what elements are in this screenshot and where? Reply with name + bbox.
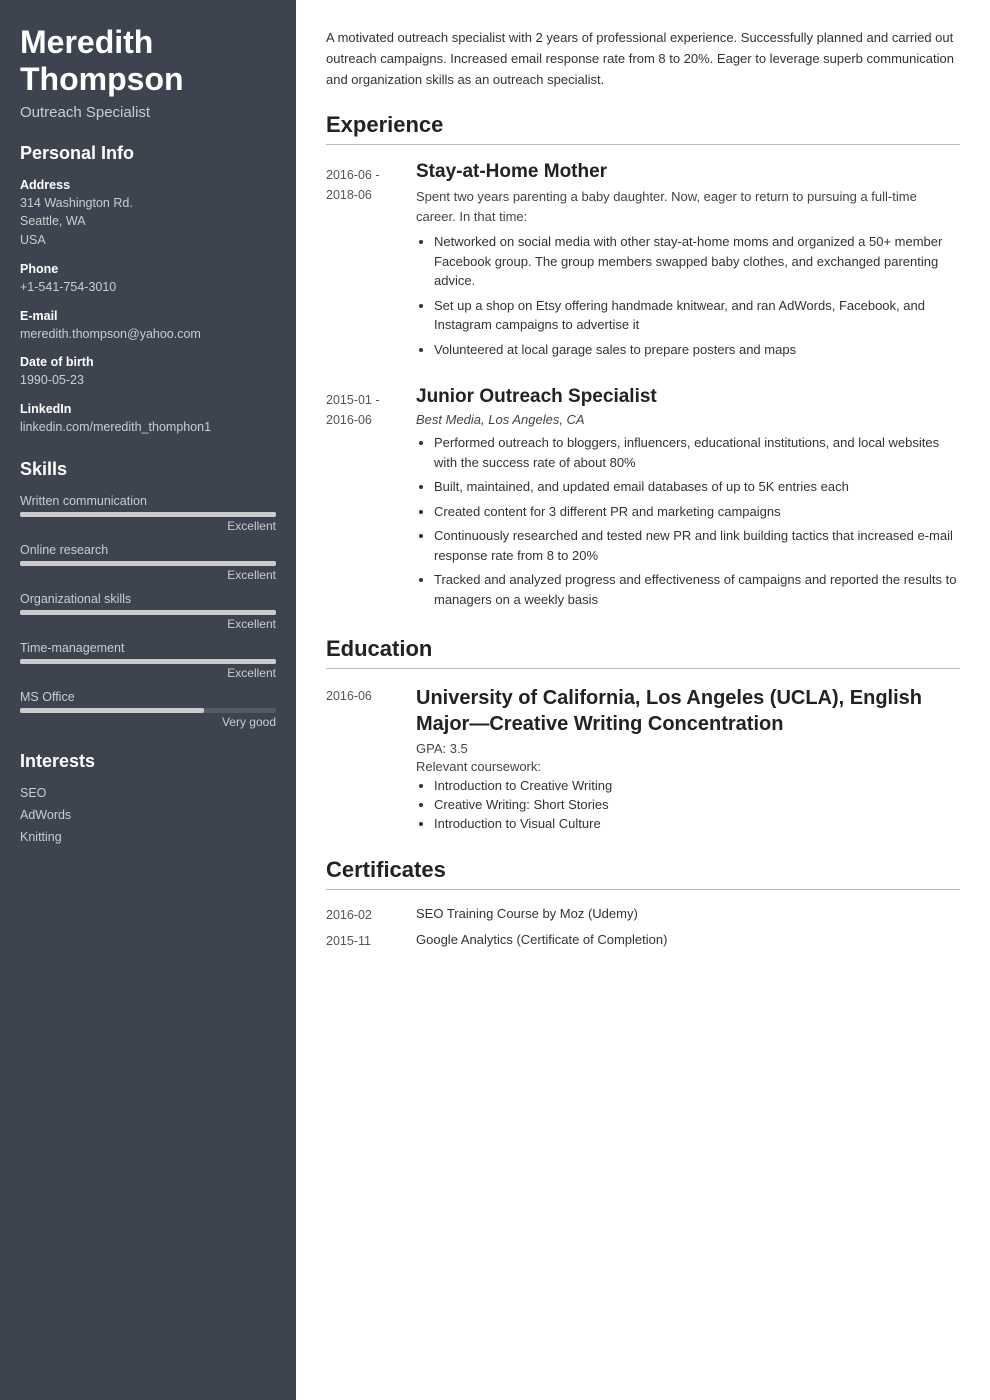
- skill-bar-fill-1: [20, 561, 276, 566]
- exp-bullets-1: Performed outreach to bloggers, influenc…: [416, 433, 960, 609]
- address-label: Address: [20, 178, 276, 192]
- exp-bullet-0-1: Set up a shop on Etsy offering handmade …: [434, 296, 960, 335]
- certificates-divider: [326, 889, 960, 890]
- skill-level-3: Excellent: [20, 666, 276, 680]
- skill-name-4: MS Office: [20, 690, 276, 704]
- cert-name-1: Google Analytics (Certificate of Complet…: [416, 932, 667, 948]
- exp-title-1: Junior Outreach Specialist: [416, 386, 960, 408]
- education-divider: [326, 668, 960, 669]
- skill-name-3: Time-management: [20, 641, 276, 655]
- candidate-title: Outreach Specialist: [20, 104, 276, 121]
- edu-gpa-0: GPA: 3.5: [416, 741, 960, 756]
- linkedin-label: LinkedIn: [20, 402, 276, 416]
- skill-level-2: Excellent: [20, 617, 276, 631]
- certificates-heading: Certificates: [326, 857, 960, 883]
- skill-bar-fill-2: [20, 610, 276, 615]
- phone-value: +1-541-754-3010: [20, 278, 276, 297]
- interest-item-2: Knitting: [20, 830, 276, 844]
- personal-info-section: Address 314 Washington Rd.Seattle, WAUSA…: [20, 178, 276, 437]
- exp-bullet-1-3: Continuously researched and tested new P…: [434, 526, 960, 565]
- exp-entry-0: 2016-06 -2018-06 Stay-at-Home Mother Spe…: [326, 161, 960, 364]
- skills-heading: Skills: [20, 459, 276, 480]
- exp-bullet-1-4: Tracked and analyzed progress and effect…: [434, 570, 960, 609]
- interests-section: SEO AdWords Knitting: [20, 786, 276, 844]
- edu-school-0: University of California, Los Angeles (U…: [416, 685, 960, 737]
- address-value: 314 Washington Rd.Seattle, WAUSA: [20, 194, 276, 250]
- skill-name-0: Written communication: [20, 494, 276, 508]
- skill-bar-fill-4: [20, 708, 204, 713]
- edu-bullets-0: Introduction to Creative Writing Creativ…: [416, 778, 960, 831]
- exp-bullet-1-1: Built, maintained, and updated email dat…: [434, 477, 960, 497]
- skill-bar-bg-0: [20, 512, 276, 517]
- exp-dates-1: 2015-01 -2016-06: [326, 386, 416, 614]
- exp-bullet-1-2: Created content for 3 different PR and m…: [434, 502, 960, 522]
- edu-coursework-label-0: Relevant coursework:: [416, 759, 960, 774]
- exp-content-0: Stay-at-Home Mother Spent two years pare…: [416, 161, 960, 364]
- edu-dates-0: 2016-06: [326, 685, 416, 835]
- email-label: E-mail: [20, 309, 276, 323]
- experience-heading: Experience: [326, 112, 960, 138]
- sidebar: Meredith Thompson Outreach Specialist Pe…: [0, 0, 296, 1400]
- skill-name-2: Organizational skills: [20, 592, 276, 606]
- cert-entry-0: 2016-02 SEO Training Course by Moz (Udem…: [326, 906, 960, 922]
- skill-level-0: Excellent: [20, 519, 276, 533]
- dob-label: Date of birth: [20, 355, 276, 369]
- cert-date-0: 2016-02: [326, 906, 416, 922]
- exp-dates-0: 2016-06 -2018-06: [326, 161, 416, 364]
- skill-bar-bg-1: [20, 561, 276, 566]
- email-value: meredith.thompson@yahoo.com: [20, 325, 276, 344]
- certificates-section: Certificates 2016-02 SEO Training Course…: [326, 857, 960, 948]
- edu-entry-0: 2016-06 University of California, Los An…: [326, 685, 960, 835]
- interests-heading: Interests: [20, 751, 276, 772]
- experience-section: Experience 2016-06 -2018-06 Stay-at-Home…: [326, 112, 960, 614]
- education-heading: Education: [326, 636, 960, 662]
- interest-item-1: AdWords: [20, 808, 276, 822]
- exp-bullet-1-0: Performed outreach to bloggers, influenc…: [434, 433, 960, 472]
- exp-company-1: Best Media, Los Angeles, CA: [416, 412, 960, 427]
- edu-course-0: Introduction to Creative Writing: [434, 778, 960, 793]
- skill-level-1: Excellent: [20, 568, 276, 582]
- cert-date-1: 2015-11: [326, 932, 416, 948]
- skill-level-4: Very good: [20, 715, 276, 729]
- cert-name-0: SEO Training Course by Moz (Udemy): [416, 906, 638, 922]
- summary-text: A motivated outreach specialist with 2 y…: [326, 28, 960, 90]
- exp-content-1: Junior Outreach Specialist Best Media, L…: [416, 386, 960, 614]
- personal-info-heading: Personal Info: [20, 143, 276, 164]
- exp-bullet-0-2: Volunteered at local garage sales to pre…: [434, 340, 960, 360]
- skill-bar-bg-3: [20, 659, 276, 664]
- skill-name-1: Online research: [20, 543, 276, 557]
- edu-course-2: Introduction to Visual Culture: [434, 816, 960, 831]
- cert-entry-1: 2015-11 Google Analytics (Certificate of…: [326, 932, 960, 948]
- exp-bullet-0-0: Networked on social media with other sta…: [434, 232, 960, 291]
- exp-bullets-0: Networked on social media with other sta…: [416, 232, 960, 359]
- skill-bar-bg-4: [20, 708, 276, 713]
- exp-desc-0: Spent two years parenting a baby daughte…: [416, 187, 960, 226]
- experience-divider: [326, 144, 960, 145]
- skill-bar-fill-3: [20, 659, 276, 664]
- skills-section: Written communication Excellent Online r…: [20, 494, 276, 729]
- skill-bar-fill-0: [20, 512, 276, 517]
- interest-item-0: SEO: [20, 786, 276, 800]
- linkedin-value: linkedin.com/meredith_thomphon1: [20, 418, 276, 437]
- skill-bar-bg-2: [20, 610, 276, 615]
- edu-content-0: University of California, Los Angeles (U…: [416, 685, 960, 835]
- exp-title-0: Stay-at-Home Mother: [416, 161, 960, 183]
- exp-entry-1: 2015-01 -2016-06 Junior Outreach Special…: [326, 386, 960, 614]
- candidate-name: Meredith Thompson: [20, 24, 276, 98]
- edu-course-1: Creative Writing: Short Stories: [434, 797, 960, 812]
- phone-label: Phone: [20, 262, 276, 276]
- main-content: A motivated outreach specialist with 2 y…: [296, 0, 990, 1400]
- education-section: Education 2016-06 University of Californ…: [326, 636, 960, 835]
- dob-value: 1990-05-23: [20, 371, 276, 390]
